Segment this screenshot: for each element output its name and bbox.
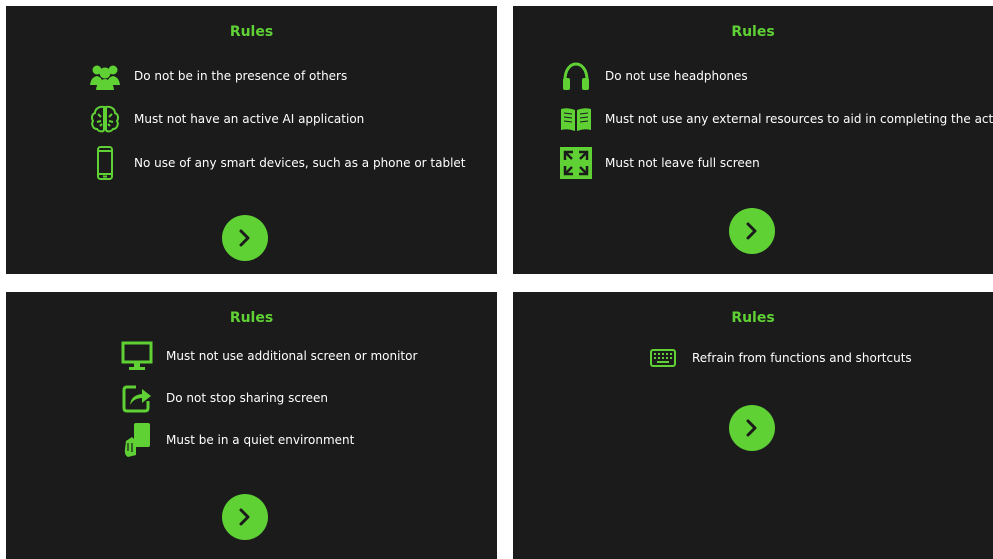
- rule-text: Do not use headphones: [605, 69, 748, 83]
- rule-text: Must not use additional screen or monito…: [166, 349, 418, 363]
- panel-title: Rules: [731, 310, 775, 326]
- panel-title: Rules: [229, 310, 274, 326]
- rule-item: Refrain from functions and shortcuts: [646, 341, 912, 375]
- next-button[interactable]: [222, 215, 268, 261]
- next-button[interactable]: [729, 405, 775, 451]
- rule-item: Do not stop sharing screen: [120, 381, 328, 415]
- panel-title: Rules: [731, 24, 775, 40]
- rule-item: Must not use additional screen or monito…: [120, 339, 417, 373]
- next-button[interactable]: [222, 494, 268, 540]
- rule-item: Do not be in the presence of others: [88, 59, 347, 93]
- rule-text: Do not stop sharing screen: [166, 391, 328, 405]
- rules-panel-2: Rules Do not use headphones Must not use…: [513, 6, 993, 274]
- rules-panel-4: Rules Refrain from functions and shortcu…: [513, 292, 993, 559]
- chevron-right-icon: [745, 222, 759, 240]
- rule-item: Must not leave full screen: [559, 146, 760, 180]
- chevron-right-icon: [745, 419, 759, 437]
- rules-panel-3: Rules Must not use additional screen or …: [6, 292, 497, 559]
- smartphone-icon: [88, 146, 122, 180]
- fullscreen-icon: [559, 146, 593, 180]
- next-button[interactable]: [729, 208, 775, 254]
- rule-text: Must not use any external resources to a…: [605, 112, 993, 126]
- book-icon: [559, 102, 593, 136]
- panel-title: Rules: [229, 24, 274, 40]
- chevron-right-icon: [238, 508, 252, 526]
- rule-item: Do not use headphones: [559, 59, 748, 93]
- rule-text: No use of any smart devices, such as a p…: [134, 156, 466, 170]
- keyboard-icon: [646, 341, 680, 375]
- rule-text: Refrain from functions and shortcuts: [692, 351, 912, 365]
- rule-text: Must be in a quiet environment: [166, 433, 355, 447]
- rule-text: Must not have an active AI application: [134, 112, 365, 126]
- chevron-right-icon: [238, 229, 252, 247]
- rule-item: No use of any smart devices, such as a p…: [88, 146, 466, 180]
- rules-panel-1: Rules Do not be in the presence of other…: [6, 6, 497, 274]
- rule-item: Must not have an active AI application: [88, 102, 364, 136]
- monitor-icon: [120, 339, 154, 373]
- brain-icon: [88, 102, 122, 136]
- rule-text: Must not leave full screen: [605, 156, 760, 170]
- rule-item: Must be in a quiet environment: [120, 423, 354, 457]
- rule-item: Must not use any external resources to a…: [559, 102, 993, 136]
- hand-shush-icon: [120, 423, 154, 457]
- rule-text: Do not be in the presence of others: [134, 69, 348, 83]
- people-icon: [88, 59, 122, 93]
- headphones-icon: [559, 59, 593, 93]
- share-icon: [120, 381, 154, 415]
